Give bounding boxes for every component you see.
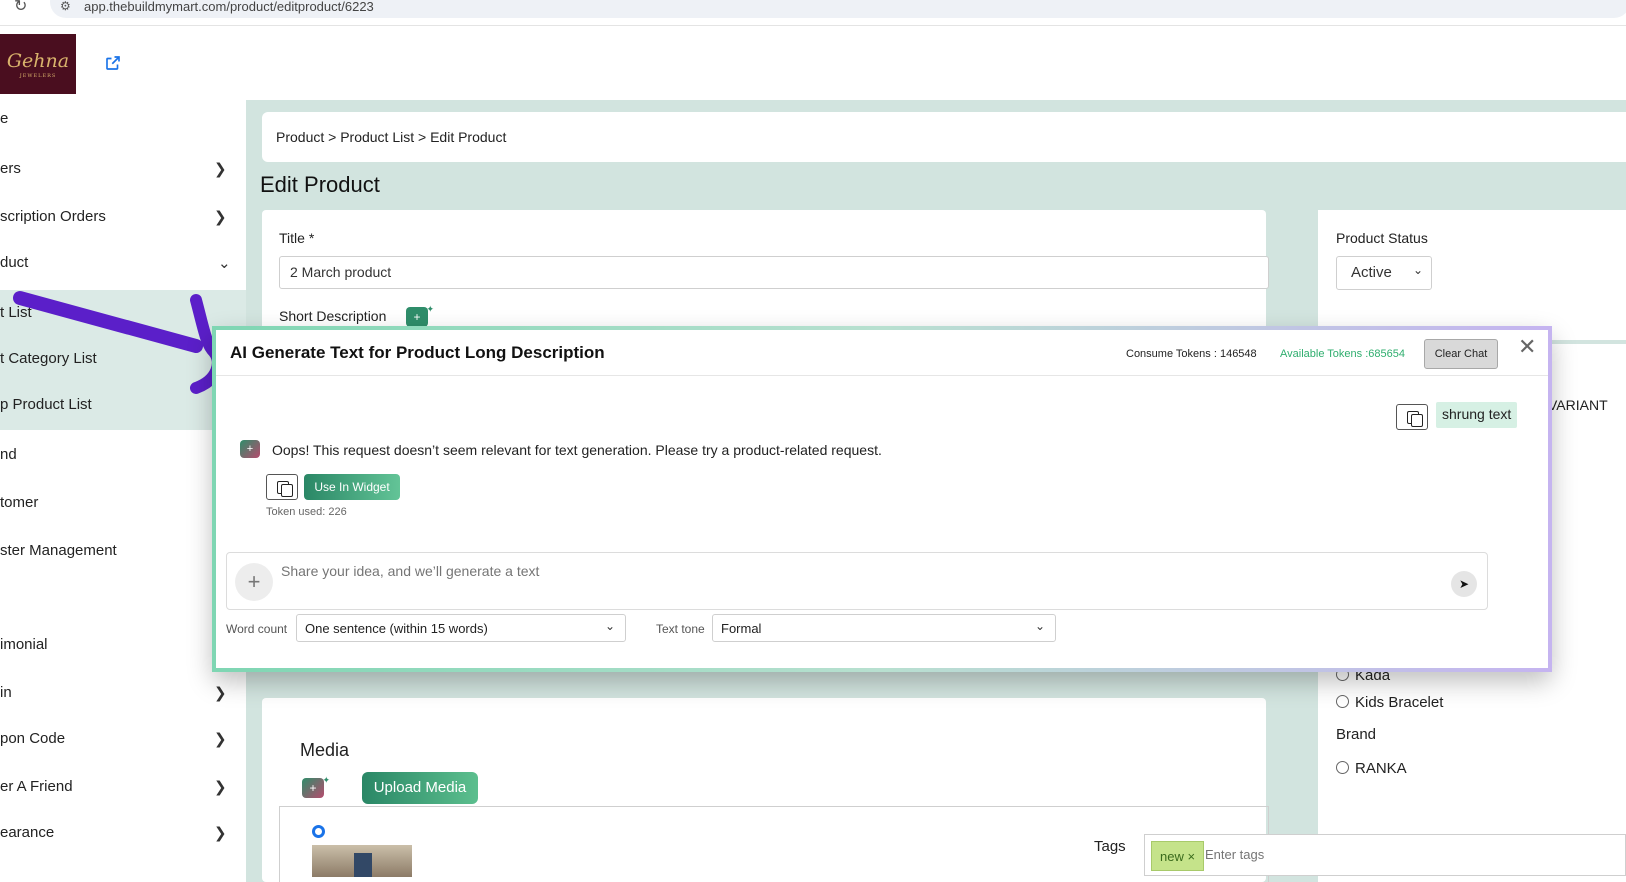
sidebar-item-orders[interactable]: ers ❯ [0, 146, 246, 194]
available-tokens-text: Available Tokens :685654 [1280, 348, 1405, 360]
breadcrumb: Product > Product List > Edit Product [276, 129, 507, 145]
media-label: Media [300, 740, 350, 760]
page-title: Edit Product [260, 172, 380, 197]
title-input[interactable]: 2 March product [279, 256, 1269, 289]
text-tone-label: Text tone [656, 622, 705, 636]
close-icon[interactable]: ✕ [1518, 334, 1536, 360]
brand-option-ranka[interactable]: RANKA [1336, 760, 1407, 777]
sidebar-item-customer[interactable]: tomer [0, 480, 246, 528]
modal-title: AI Generate Text for Product Long Descri… [230, 343, 605, 362]
media-thumbnail[interactable] [312, 845, 412, 877]
chevron-right-icon: ❯ [214, 209, 227, 226]
category-option-kids-bracelet[interactable]: Kids Bracelet [1336, 694, 1443, 711]
brand-logo[interactable]: Gehna JEWELERS [0, 34, 76, 94]
logo-text: Gehna [6, 49, 70, 72]
tags-input[interactable] [1205, 847, 1405, 862]
media-select-radio[interactable] [312, 825, 325, 838]
prompt-input[interactable] [281, 563, 1381, 579]
tags-label: Tags [1094, 838, 1126, 855]
send-button[interactable]: ➤ [1451, 571, 1477, 597]
tags-input-box[interactable]: new × [1144, 834, 1626, 876]
ai-sparkle-icon[interactable]: + [406, 299, 434, 327]
sidebar-item-coupon-code[interactable]: pon Code ❯ [0, 716, 246, 764]
sidebar-item-brand[interactable]: nd [0, 432, 246, 480]
external-link-icon[interactable] [104, 54, 122, 72]
add-attachment-button[interactable]: + [235, 563, 273, 601]
sidebar-item-master-management[interactable]: ster Management [0, 528, 246, 576]
chevron-right-icon: ❯ [214, 161, 227, 178]
product-status-label: Product Status [1336, 230, 1428, 246]
ai-generate-modal: AI Generate Text for Product Long Descri… [212, 326, 1552, 672]
tag-chip[interactable]: new × [1151, 841, 1205, 871]
sidebar-item-subscription-orders[interactable]: scription Orders ❯ [0, 194, 246, 242]
status-card: Product Status Active ⌄ [1318, 210, 1626, 340]
breadcrumb-card: Product > Product List > Edit Product [262, 112, 1626, 162]
copy-user-message-button[interactable] [1396, 404, 1428, 430]
chevron-down-icon: ⌄ [1412, 263, 1423, 277]
upload-media-button[interactable]: Upload Media [362, 772, 478, 804]
chevron-down-icon: ⌄ [218, 255, 231, 272]
sidebar-item-product[interactable]: duct ⌄ [0, 240, 246, 288]
clear-chat-button[interactable]: Clear Chat [1424, 339, 1498, 369]
chevron-right-icon: ❯ [214, 825, 227, 842]
sidebar-item-coin[interactable]: in ❯ [0, 670, 246, 718]
text-tone-select[interactable]: Formal ⌄ [712, 614, 1056, 642]
remove-tag-icon[interactable]: × [1187, 849, 1195, 864]
sidebar-item-home[interactable]: e [0, 96, 246, 144]
chevron-down-icon: ⌄ [1034, 619, 1045, 633]
sidebar-item-refer-a-friend[interactable]: er A Friend ❯ [0, 764, 246, 812]
prompt-box: + ➤ [226, 552, 1488, 610]
brand-label: Brand [1336, 726, 1377, 743]
copy-bot-message-button[interactable] [266, 474, 298, 500]
modal-header: AI Generate Text for Product Long Descri… [216, 330, 1548, 376]
radio-button[interactable] [1336, 761, 1349, 774]
consume-tokens-text: Consume Tokens : 146548 [1126, 348, 1257, 360]
radio-button[interactable] [1336, 695, 1349, 708]
short-description-label: Short Description [279, 308, 387, 324]
sidebar-item-appearance[interactable]: earance ❯ [0, 810, 246, 858]
logo-subtext: JEWELERS [19, 72, 57, 79]
word-count-label: Word count [226, 622, 288, 636]
browser-bar: ↻ ⚙ app.thebuildmymart.com/product/editp… [0, 0, 1626, 26]
ai-sparkle-icon[interactable]: + [302, 770, 330, 798]
chevron-down-icon: ⌄ [604, 619, 615, 633]
word-count-select[interactable]: One sentence (within 15 words) ⌄ [296, 614, 626, 642]
variant-label: VARIANT [1548, 397, 1608, 413]
site-settings-icon[interactable]: ⚙ [60, 0, 71, 13]
sidebar-item-testimonial[interactable]: imonial [0, 622, 246, 670]
title-label: Title * [279, 230, 315, 246]
use-in-widget-button[interactable]: Use In Widget [304, 474, 400, 500]
product-status-select[interactable]: Active ⌄ [1336, 256, 1432, 290]
user-message-bubble: shrung text [1436, 402, 1518, 428]
token-used-text: Token used: 226 [266, 506, 347, 518]
ai-assistant-icon: + [240, 440, 260, 458]
chevron-right-icon: ❯ [214, 685, 227, 702]
sidebar: e ers ❯ scription Orders ❯ duct ⌄ t List t … [0, 100, 246, 882]
bot-message: Oops! This request doesn’t seem relevant… [272, 442, 882, 458]
url-text: app.thebuildmymart.com/product/editprodu… [84, 0, 374, 14]
chevron-right-icon: ❯ [214, 731, 227, 748]
chevron-right-icon: ❯ [214, 779, 227, 796]
address-bar[interactable]: ⚙ app.thebuildmymart.com/product/editpro… [50, 0, 1626, 18]
annotation-arrow [13, 291, 224, 394]
reload-icon[interactable]: ↻ [14, 0, 27, 16]
